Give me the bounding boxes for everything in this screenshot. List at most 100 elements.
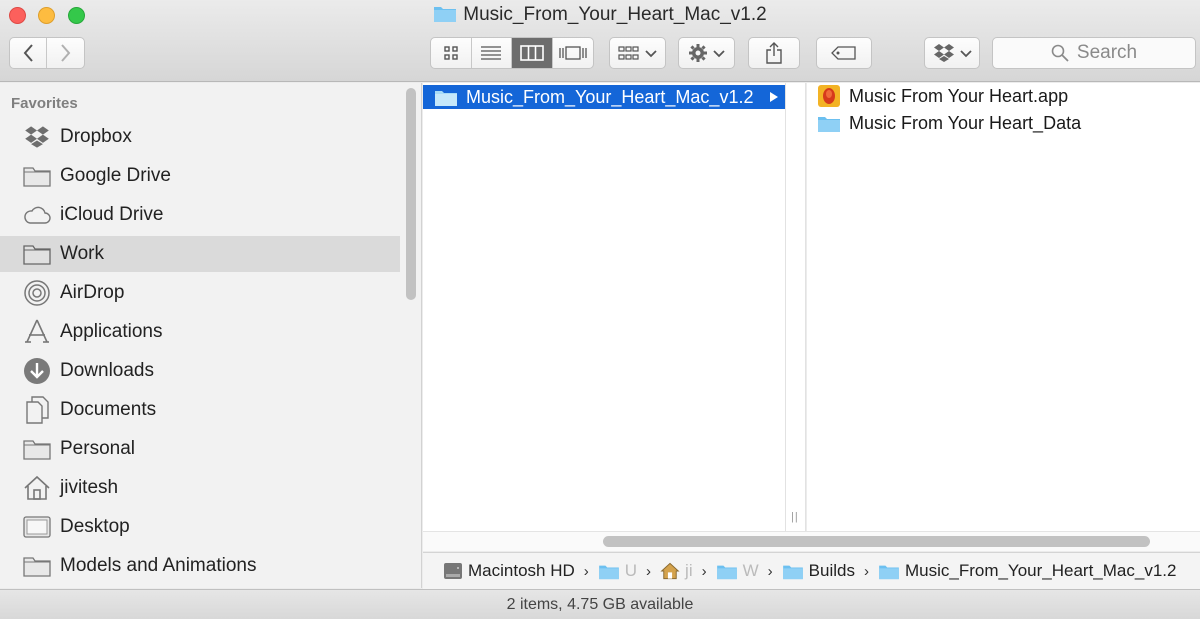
dropbox-menu-button[interactable]	[924, 37, 980, 69]
arrange-icon	[618, 46, 639, 60]
horizontal-scroll-track	[423, 531, 1200, 551]
horizontal-scrollbar[interactable]	[603, 536, 1150, 547]
sidebar-item-documents[interactable]: Documents	[0, 392, 400, 428]
arrange-button[interactable]	[609, 37, 666, 69]
share-button[interactable]	[748, 37, 800, 69]
dropbox-icon	[22, 122, 52, 152]
grid-icon	[444, 46, 458, 60]
column-resize-handle[interactable]: ||	[786, 83, 806, 531]
path-crumb-work[interactable]: W	[716, 561, 759, 581]
forward-button[interactable]	[47, 38, 84, 68]
sidebar-scrollbar[interactable]	[406, 88, 416, 300]
sidebar-item-label: AirDrop	[60, 282, 125, 303]
sidebar-item-airdrop[interactable]: AirDrop	[0, 275, 400, 311]
sidebar-item-label: Downloads	[60, 360, 154, 381]
share-icon	[766, 42, 782, 64]
sidebar-item-label: Models and Animations	[60, 555, 257, 576]
folder-icon	[22, 551, 52, 581]
list-icon	[481, 46, 502, 60]
chevron-right-icon: ›	[767, 562, 773, 580]
sidebar-item-label: Dropbox	[60, 126, 132, 147]
sidebar-item-work[interactable]: Work	[0, 236, 400, 272]
folder-icon	[435, 90, 457, 106]
hard-drive-icon	[443, 561, 463, 581]
chevron-right-icon: ›	[863, 562, 869, 580]
list-item[interactable]: Music From Your Heart.app	[807, 83, 1200, 109]
path-crumb-label: Macintosh HD	[468, 561, 575, 580]
chevron-right-icon	[60, 44, 70, 62]
airdrop-icon	[22, 278, 52, 308]
folder-icon	[818, 116, 840, 132]
path-crumb-label: W	[742, 561, 759, 580]
folder-icon	[716, 563, 738, 580]
path-crumb-current[interactable]: Music_From_Your_Heart_Mac_v1.2	[878, 561, 1177, 581]
column-1: Music_From_Your_Heart_Mac_v1.2	[423, 83, 786, 531]
sidebar-item-google-drive[interactable]: Google Drive	[0, 158, 400, 194]
chevron-left-icon	[23, 44, 33, 62]
path-crumb-label: Music_From_Your_Heart_Mac_v1.2	[904, 561, 1177, 580]
path-crumb-users[interactable]: U	[598, 561, 637, 581]
path-crumb-builds[interactable]: Builds	[782, 561, 855, 581]
sidebar-item-applications[interactable]: Applications	[0, 314, 400, 350]
sidebar-item-label: Personal	[60, 438, 135, 459]
applications-icon	[22, 317, 52, 347]
column-2: Music From Your Heart.app Music From You…	[807, 83, 1200, 531]
sidebar-item-downloads[interactable]: Downloads	[0, 353, 400, 389]
sidebar-item-label: Work	[60, 243, 104, 264]
documents-icon	[22, 395, 52, 425]
home-icon	[660, 562, 680, 580]
folder-icon	[878, 563, 900, 580]
tag-icon	[831, 46, 856, 60]
sidebar-item-desktop[interactable]: Desktop	[0, 509, 400, 545]
sidebar-item-dropbox[interactable]: Dropbox	[0, 119, 400, 155]
cloud-icon	[22, 200, 52, 230]
path-crumb-label: Builds	[808, 561, 855, 580]
column-view-button[interactable]	[512, 38, 553, 68]
nav-buttons	[9, 37, 85, 69]
sidebar-item-models-and-animations[interactable]: Models and Animations	[0, 548, 400, 584]
list-item[interactable]: Music_From_Your_Heart_Mac_v1.2	[423, 85, 785, 109]
search-field[interactable]: Search	[992, 37, 1196, 69]
sidebar-item-label: Desktop	[60, 516, 130, 537]
path-crumb-home[interactable]: ji	[660, 561, 693, 581]
cover-flow-icon	[559, 46, 587, 60]
sidebar-item-label: jivitesh	[60, 477, 119, 498]
resize-grip-icon: ||	[791, 511, 799, 523]
chevron-down-icon	[645, 50, 657, 58]
action-button[interactable]	[678, 37, 735, 69]
search-icon	[1051, 44, 1069, 62]
sidebar-item-label: Documents	[60, 399, 157, 420]
desktop-icon	[22, 512, 52, 542]
path-crumb-label: ji	[685, 561, 693, 580]
list-view-button[interactable]	[472, 38, 512, 68]
download-icon	[22, 356, 52, 386]
window-title: Music_From_Your_Heart_Mac_v1.2	[0, 4, 1200, 26]
dropbox-icon	[933, 44, 954, 62]
list-item[interactable]: Music From Your Heart_Data	[807, 110, 1200, 136]
favorites-heading: Favorites	[11, 95, 78, 112]
back-button[interactable]	[10, 38, 48, 68]
sidebar-item-personal[interactable]: Personal	[0, 431, 400, 467]
icon-view-button[interactable]	[431, 38, 472, 68]
sidebar: Favorites Dropbox Google Drive iCloud Dr…	[0, 83, 422, 588]
tag-button[interactable]	[816, 37, 872, 69]
cover-flow-view-button[interactable]	[553, 38, 593, 68]
status-bar: 2 items, 4.75 GB available	[0, 589, 1200, 619]
gear-icon	[689, 44, 707, 62]
folder-icon	[598, 563, 620, 580]
columns-icon	[519, 45, 544, 61]
folder-icon	[22, 434, 52, 464]
path-crumb-macintosh-hd[interactable]: Macintosh HD	[443, 561, 575, 581]
sidebar-item-icloud-drive[interactable]: iCloud Drive	[0, 197, 400, 233]
disclosure-arrow-icon	[770, 92, 778, 102]
path-bar: Macintosh HD › U › ji › W › Builds › Mus…	[423, 552, 1200, 589]
list-item-label: Music From Your Heart_Data	[849, 112, 1082, 133]
titlebar: Music_From_Your_Heart_Mac_v1.2 Search	[0, 0, 1200, 82]
list-item-label: Music_From_Your_Heart_Mac_v1.2	[466, 86, 754, 107]
sidebar-item-label: Applications	[60, 321, 163, 342]
chevron-right-icon: ›	[583, 562, 589, 580]
folder-icon	[434, 7, 457, 22]
sidebar-item-jivitesh[interactable]: jivitesh	[0, 470, 400, 506]
search-placeholder: Search	[1076, 42, 1138, 63]
app-icon	[818, 85, 840, 107]
